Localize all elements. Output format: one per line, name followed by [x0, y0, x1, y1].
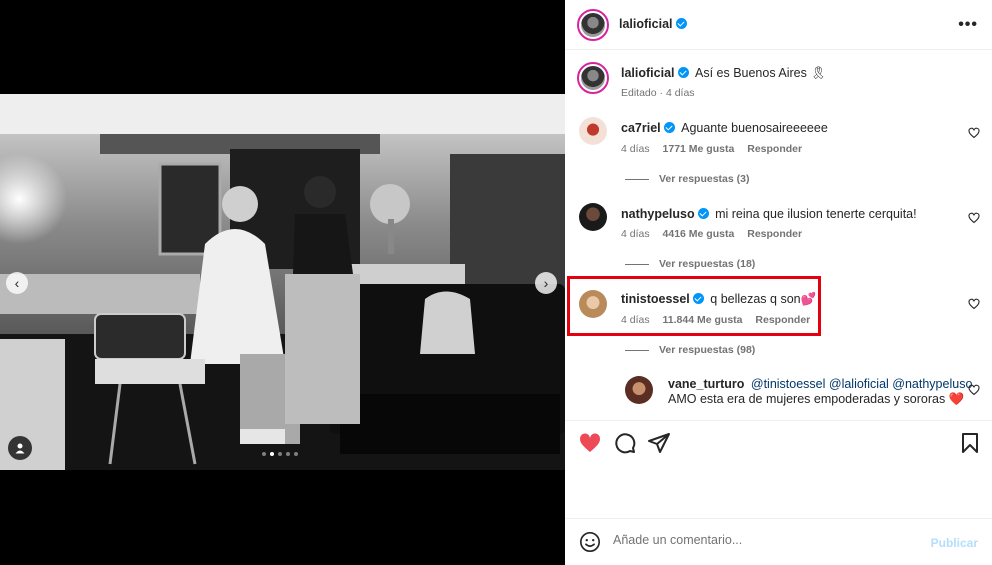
carousel-prev-button[interactable]: ‹ — [6, 272, 28, 294]
chevron-right-icon: › — [543, 275, 549, 291]
action-bar — [565, 420, 992, 516]
verified-badge-icon — [663, 122, 675, 133]
carousel-dot — [278, 452, 282, 456]
chevron-left-icon: ‹ — [14, 275, 20, 291]
caption: lalioficial Así es Buenos Aires 🎗 — [621, 66, 826, 81]
heart-icon[interactable] — [968, 127, 980, 139]
tagged-users-button[interactable] — [8, 436, 32, 460]
comment-text: Aguante buenosaireeeeee — [681, 121, 828, 135]
caption-meta-text: Editado · 4 días — [621, 87, 695, 99]
comment-icon[interactable] — [613, 431, 637, 455]
reply-username[interactable]: vane_turturo — [668, 377, 744, 391]
comment-likes[interactable]: 1771 Me gusta — [663, 143, 735, 155]
carousel-dot-active — [270, 452, 274, 456]
reply-avatar[interactable] — [625, 376, 653, 404]
user-icon — [15, 443, 25, 454]
caption-meta: Editado · 4 días — [621, 87, 705, 99]
verified-badge-icon — [675, 18, 687, 29]
verified-badge-icon — [677, 67, 689, 78]
more-options-icon[interactable]: ••• — [958, 16, 978, 34]
emoji-icon[interactable] — [579, 531, 601, 553]
caption-text: Así es Buenos Aires 🎗 — [694, 66, 827, 80]
reply-button[interactable]: Responder — [747, 143, 802, 155]
comment-time: 4 días — [621, 143, 650, 155]
reply-comment: vane_turturo @tinistoessel @lalioficial … — [668, 377, 972, 391]
comment-username[interactable]: nathypeluso — [621, 207, 695, 221]
heart-icon[interactable] — [968, 298, 980, 310]
heart-icon[interactable] — [968, 212, 980, 224]
view-replies-button[interactable]: Ver respuestas (98) — [625, 344, 755, 356]
author-username[interactable]: lalioficial — [619, 17, 687, 31]
caption-username[interactable]: lalioficial — [621, 66, 675, 80]
carousel-dot — [286, 452, 290, 456]
bookmark-icon[interactable] — [958, 431, 982, 455]
carousel-dot — [294, 452, 298, 456]
carousel-dot — [262, 452, 266, 456]
author-username-text: lalioficial — [619, 17, 673, 31]
comments-panel: lalioficial ••• lalioficial Así es Bueno… — [565, 0, 992, 565]
heart-icon[interactable] — [578, 431, 602, 455]
comment-avatar[interactable] — [579, 117, 607, 145]
caption-avatar[interactable] — [577, 62, 609, 94]
comment-input[interactable] — [613, 533, 913, 547]
view-replies-button[interactable]: Ver respuestas (18) — [625, 258, 755, 270]
comment-2: nathypeluso mi reina que ilusion tenerte… — [621, 207, 917, 221]
comment-text: mi reina que ilusion tenerte cerquita! — [715, 207, 917, 221]
reply-mentions[interactable]: @tinistoessel @lalioficial @nathypeluso — [751, 377, 973, 391]
heart-icon[interactable] — [968, 384, 980, 396]
comment-likes[interactable]: 4416 Me gusta — [663, 228, 735, 240]
view-replies-button[interactable]: Ver respuestas (3) — [625, 173, 749, 185]
share-icon[interactable] — [647, 431, 671, 455]
post-photo[interactable] — [0, 94, 565, 470]
comment-meta: 4 días 4416 Me gusta Responder — [621, 228, 812, 240]
reply-button[interactable]: Responder — [747, 228, 802, 240]
post-header: lalioficial ••• — [565, 0, 992, 50]
comment-username[interactable]: ca7riel — [621, 121, 661, 135]
author-avatar[interactable] — [577, 9, 609, 41]
add-comment-bar: Publicar — [565, 518, 992, 565]
carousel-next-button[interactable]: › — [535, 272, 557, 294]
reply-text: AMO esta era de mujeres empoderadas y so… — [668, 392, 965, 406]
post-media: ‹ › — [0, 0, 565, 565]
carousel-indicator — [262, 452, 298, 456]
comment-time: 4 días — [621, 228, 650, 240]
comment-meta: 4 días 1771 Me gusta Responder — [621, 143, 812, 155]
highlight-box — [567, 276, 821, 336]
publish-button[interactable]: Publicar — [931, 536, 978, 550]
comment-1: ca7riel Aguante buenosaireeeeee — [621, 121, 828, 135]
photo-image — [0, 94, 565, 470]
verified-badge-icon — [697, 208, 709, 219]
comment-avatar[interactable] — [579, 203, 607, 231]
